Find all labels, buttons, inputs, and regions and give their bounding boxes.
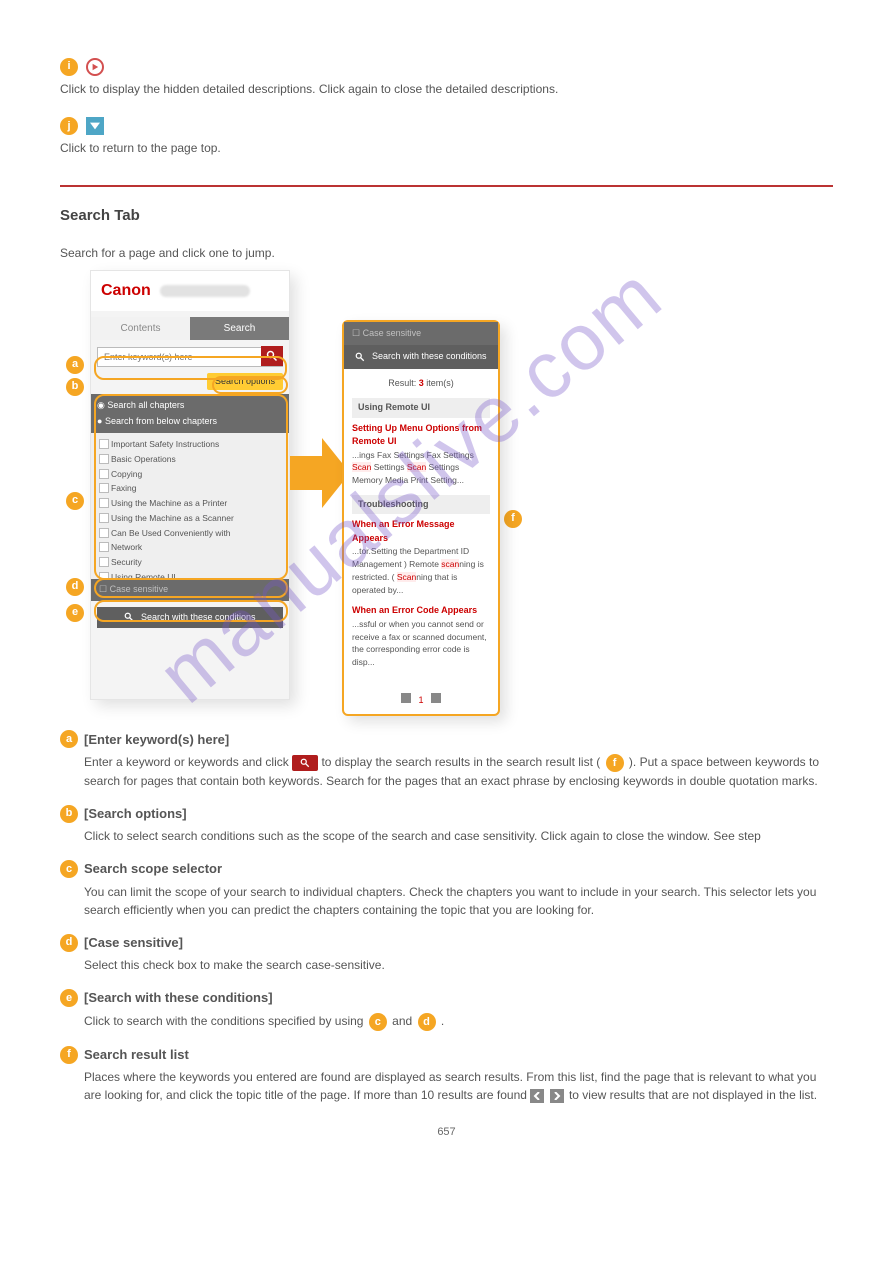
result-link-3[interactable]: When an Error Code Appears <box>352 604 490 618</box>
chapter-item[interactable]: Network <box>97 540 283 555</box>
search-icon <box>292 755 318 771</box>
result-section-2: Troubleshooting <box>352 495 490 515</box>
chapter-item[interactable]: Using the Machine as a Scanner <box>97 511 283 526</box>
section-title-search-tab: Search Tab <box>60 205 833 228</box>
annotation-d-title: [Case sensitive] <box>84 933 183 953</box>
play-circle-icon <box>86 58 104 76</box>
result-link-2[interactable]: When an Error Message Appears <box>352 518 490 545</box>
case-sensitive-checkbox[interactable]: ☐ Case sensitive <box>91 579 289 601</box>
marker-i: i <box>60 58 78 76</box>
inline-marker-d: d <box>418 1013 436 1031</box>
diagram-result-panel: ☐ Case sensitive Search with these condi… <box>342 320 500 717</box>
result-search-button[interactable]: Search with these conditions <box>344 345 498 369</box>
pager-prev-icon[interactable] <box>401 693 411 703</box>
chapter-item[interactable]: Security <box>97 555 283 570</box>
chapter-item[interactable]: Copying <box>97 467 283 482</box>
marker-c: c <box>60 860 78 878</box>
radio-search-all[interactable]: Search all chapters <box>107 400 184 410</box>
annotation-d-body: Select this check box to make the search… <box>84 956 833 974</box>
search-input[interactable] <box>97 347 283 367</box>
annotation-e-title: [Search with these conditions] <box>84 988 273 1008</box>
diagram-marker-e: e <box>66 604 84 622</box>
arrow-icon <box>290 438 350 508</box>
chapter-item[interactable]: Using Remote UI <box>97 570 283 579</box>
search-options-button[interactable]: Search options <box>207 373 283 391</box>
marker-d: d <box>60 934 78 952</box>
diagram-marker-d: d <box>66 578 84 596</box>
result-snippet-1: ...ings Fax Settings Fax Settings Scan S… <box>352 449 490 487</box>
chapter-list: Important Safety Instructions Basic Oper… <box>91 433 289 579</box>
search-scope-header: ◉ Search all chapters ● Search from belo… <box>91 394 289 433</box>
annotation-f-title: Search result list <box>84 1045 189 1065</box>
tab-contents[interactable]: Contents <box>91 317 190 340</box>
annotation-c-title: Search scope selector <box>84 859 222 879</box>
marker-j: j <box>60 117 78 135</box>
blurred-model-text <box>160 285 250 297</box>
marker-a: a <box>60 730 78 748</box>
annotation-j-body: Click to return to the page top. <box>60 139 833 157</box>
annotation-i-head: i <box>60 56 833 76</box>
result-count: Result: 3 item(s) <box>352 377 490 391</box>
search-tab-diagram: manualslive.com Canon Contents Search Se… <box>62 270 622 710</box>
chapter-item[interactable]: Can Be Used Conveniently with <box>97 526 283 541</box>
chevron-right-icon <box>550 1089 564 1103</box>
annotation-e-body: Click to search with the conditions spec… <box>84 1012 833 1031</box>
section-divider <box>60 185 833 187</box>
marker-e: e <box>60 989 78 1007</box>
chapter-item[interactable]: Faxing <box>97 481 283 496</box>
tab-strip: Contents Search <box>91 317 289 340</box>
pager-next-icon[interactable] <box>431 693 441 703</box>
result-snippet-2: ...tor.Setting the Department ID Managem… <box>352 545 490 596</box>
result-case-sensitive[interactable]: ☐ Case sensitive <box>344 322 498 346</box>
annotation-c-body: You can limit the scope of your search t… <box>84 883 833 919</box>
marker-b: b <box>60 805 78 823</box>
diagram-marker-c: c <box>66 492 84 510</box>
inline-marker-f: f <box>606 754 624 772</box>
brand-logo: Canon <box>101 282 151 299</box>
search-go-button[interactable] <box>261 346 283 366</box>
annotation-j-head: j <box>60 116 833 136</box>
inline-marker-c: c <box>369 1013 387 1031</box>
diagram-left-panel: Canon Contents Search Search options ◉ S… <box>90 270 290 700</box>
diagram-marker-a: a <box>66 356 84 374</box>
chapter-item[interactable]: Basic Operations <box>97 452 283 467</box>
annotation-b-title: [Search options] <box>84 804 187 824</box>
diagram-marker-b: b <box>66 378 84 396</box>
marker-f: f <box>60 1046 78 1064</box>
result-section-1: Using Remote UI <box>352 398 490 418</box>
annotation-a-body: Enter a keyword or keywords and click to… <box>84 753 833 790</box>
diagram-marker-f: f <box>504 510 522 528</box>
page-number: 657 <box>60 1124 833 1141</box>
annotation-b-body: Click to select search conditions such a… <box>84 827 833 845</box>
result-link-1[interactable]: Setting Up Menu Options from Remote UI <box>352 422 490 449</box>
radio-search-from[interactable]: Search from below chapters <box>105 416 217 426</box>
annotation-i-body: Click to display the hidden detailed des… <box>60 80 833 98</box>
return-top-icon <box>86 117 104 135</box>
search-with-conditions-button[interactable]: Search with these conditions <box>97 607 283 629</box>
section-intro: Search for a page and click one to jump. <box>60 244 833 262</box>
chevron-left-icon <box>530 1089 544 1103</box>
result-snippet-3: ...ssful or when you cannot send or rece… <box>352 618 490 669</box>
chapter-item[interactable]: Important Safety Instructions <box>97 437 283 452</box>
annotation-a-title: [Enter keyword(s) here] <box>84 730 229 750</box>
chapter-item[interactable]: Using the Machine as a Printer <box>97 496 283 511</box>
result-pager: 1 <box>344 685 498 715</box>
tab-search[interactable]: Search <box>190 317 289 340</box>
pager-current: 1 <box>418 694 423 704</box>
annotation-f-body: Places where the keywords you entered ar… <box>84 1068 833 1104</box>
